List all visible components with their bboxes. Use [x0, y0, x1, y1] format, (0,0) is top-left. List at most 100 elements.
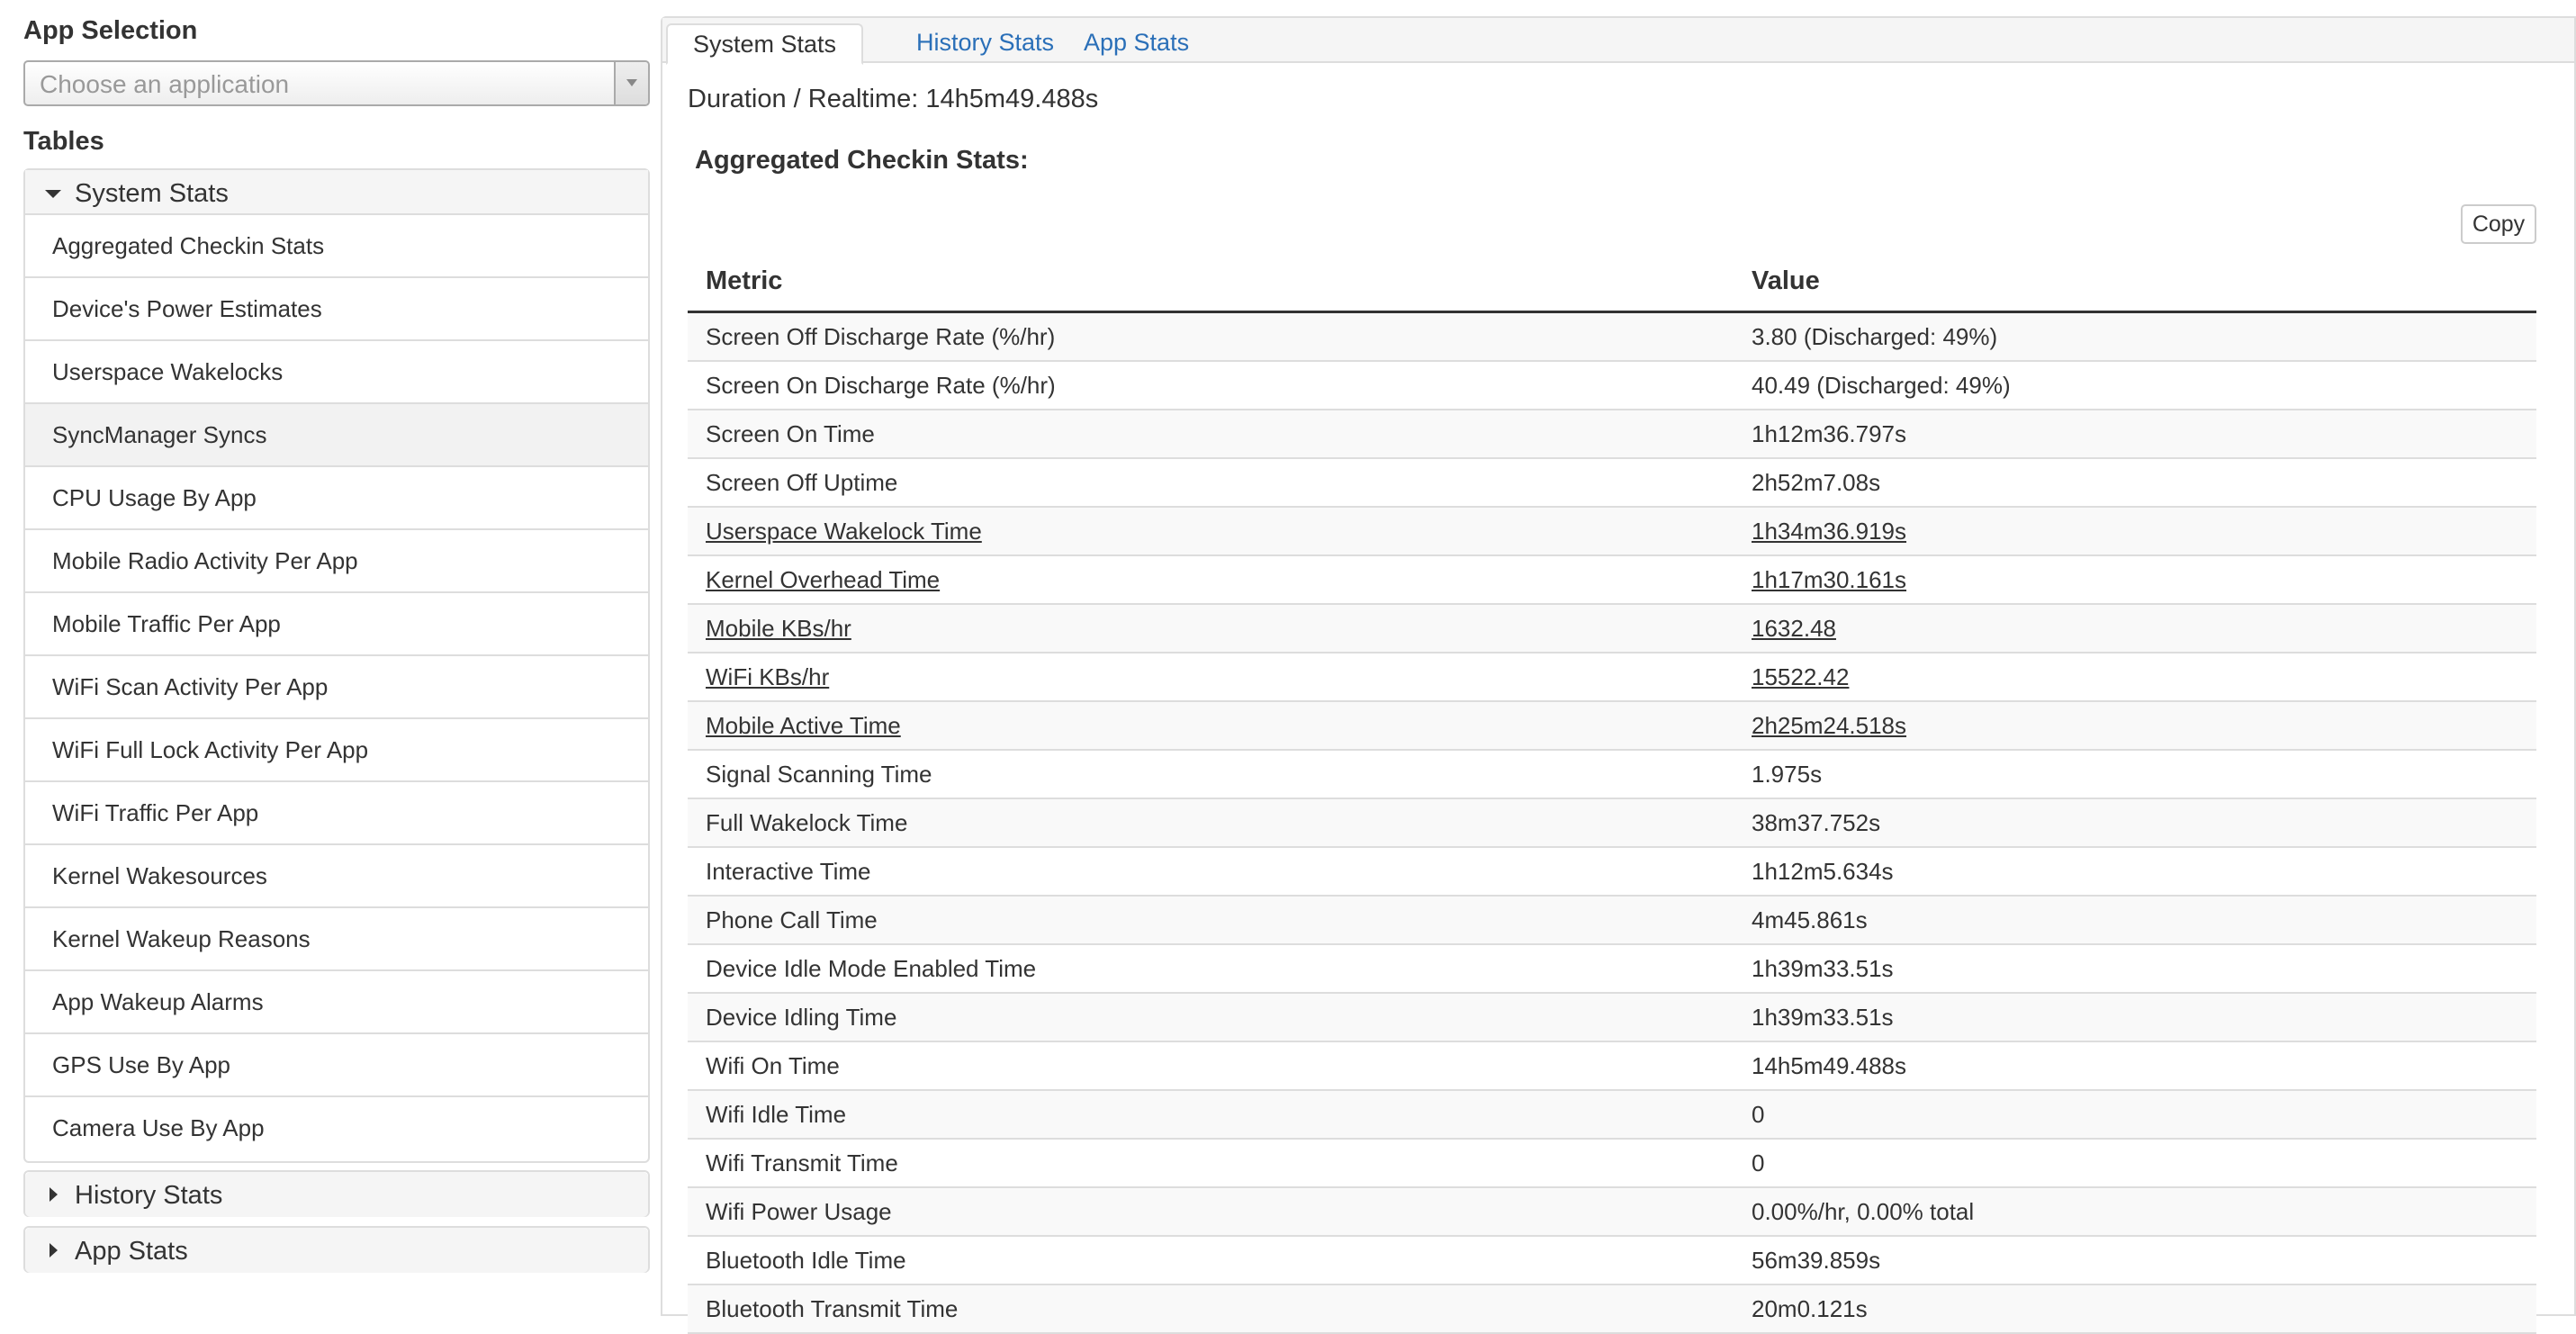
sidebar: App Selection Choose an application Tabl… [23, 0, 650, 1316]
table-row: Screen On Time 1h12m36.797s [688, 410, 2536, 459]
main-content: System Stats History Stats App Stats Dur… [661, 16, 2576, 1334]
sidebar-item[interactable]: Device's Power Estimates [25, 278, 648, 341]
metric-cell: Signal Scanning Time [706, 761, 932, 788]
metric-cell[interactable]: WiFi KBs/hr [706, 663, 829, 691]
value-cell: 1h12m36.797s [1752, 420, 1907, 447]
history-stats-panel: History Stats [23, 1170, 650, 1217]
value-cell: 0.00%/hr, 0.00% total [1752, 1198, 1975, 1225]
table-row: Device Idling Time 1h39m33.51s [688, 994, 2536, 1042]
metric-cell: Wifi On Time [706, 1052, 840, 1079]
tab-app-stats[interactable]: App Stats [1058, 23, 1214, 65]
sidebar-item[interactable]: Mobile Radio Activity Per App [25, 530, 648, 593]
table-row[interactable]: Kernel Overhead Time 1h17m30.161s [688, 556, 2536, 605]
tables-heading: Tables [23, 127, 104, 156]
table-row: Signal Scanning Time 1.975s [688, 751, 2536, 799]
metric-cell: Wifi Idle Time [706, 1101, 847, 1128]
metric-cell: Screen Off Uptime [706, 469, 898, 496]
value-cell: 14h5m49.488s [1752, 1052, 1907, 1079]
table-header: Metric Value [688, 259, 2536, 313]
caret-down-icon [45, 190, 61, 198]
tab-history-stats[interactable]: History Stats [891, 23, 1079, 65]
value-cell: 0 [1752, 1101, 1765, 1128]
table-row: Wifi Transmit Time 0 [688, 1140, 2536, 1188]
table-row: Bluetooth Transmit Time 20m0.121s [688, 1285, 2536, 1334]
table-row: Interactive Time 1h12m5.634s [688, 848, 2536, 897]
panel-title: System Stats [75, 179, 229, 208]
sidebar-item[interactable]: WiFi Traffic Per App [25, 782, 648, 845]
table-row: Screen Off Discharge Rate (%/hr) 3.80 (Di… [688, 313, 2536, 362]
app-select-placeholder: Choose an application [40, 70, 290, 98]
sidebar-item[interactable]: Userspace Wakelocks [25, 341, 648, 404]
value-cell: 20m0.121s [1752, 1295, 1868, 1322]
sidebar-item[interactable]: GPS Use By App [25, 1034, 648, 1097]
table-row[interactable]: Userspace Wakelock Time 1h34m36.919s [688, 508, 2536, 556]
metric-cell[interactable]: Userspace Wakelock Time [706, 518, 982, 545]
sidebar-item[interactable]: SyncManager Syncs [25, 404, 648, 467]
column-header-value: Value [1752, 266, 1820, 295]
copy-button[interactable]: Copy [2461, 204, 2536, 244]
table-row[interactable]: Mobile Active Time 2h25m24.518s [688, 702, 2536, 751]
metric-cell: Full Wakelock Time [706, 809, 908, 836]
dropdown-arrow-button[interactable] [614, 62, 648, 104]
table-row: Screen On Discharge Rate (%/hr) 40.49 (Di… [688, 362, 2536, 410]
value-cell: 4m45.861s [1752, 906, 1868, 933]
metric-cell: Screen On Time [706, 420, 875, 447]
metric-cell: Screen On Discharge Rate (%/hr) [706, 372, 1056, 399]
panel-title: App Stats [75, 1237, 188, 1266]
metric-cell: Device Idle Mode Enabled Time [706, 955, 1037, 982]
table-row: Wifi Power Usage 0.00%/hr, 0.00% total [688, 1188, 2536, 1237]
sidebar-item[interactable]: Kernel Wakeup Reasons [25, 908, 648, 971]
app-stats-panel: App Stats [23, 1226, 650, 1273]
metric-cell: Wifi Transmit Time [706, 1149, 898, 1176]
duration-realtime: Duration / Realtime: 14h5m49.488s [688, 85, 1099, 113]
sidebar-item[interactable]: WiFi Scan Activity Per App [25, 656, 648, 719]
sidebar-item[interactable]: CPU Usage By App [25, 467, 648, 530]
value-cell[interactable]: 15522.42 [1752, 663, 1849, 691]
metric-cell: Interactive Time [706, 858, 871, 885]
sidebar-item[interactable]: Camera Use By App [25, 1097, 648, 1160]
value-cell: 2h52m7.08s [1752, 469, 1881, 496]
tab-system-stats[interactable]: System Stats [666, 23, 864, 65]
value-cell: 3.80 (Discharged: 49%) [1752, 323, 1998, 350]
sidebar-item[interactable]: WiFi Full Lock Activity Per App [25, 719, 648, 782]
value-cell[interactable]: 1h34m36.919s [1752, 518, 1906, 545]
sidebar-item[interactable]: Kernel Wakesources [25, 845, 648, 908]
system-stats-list: Aggregated Checkin Stats Device's Power E… [25, 215, 648, 1160]
table-row: Device Idle Mode Enabled Time 1h39m33.51s [688, 945, 2536, 994]
value-cell: 1.975s [1752, 761, 1823, 788]
metric-cell[interactable]: Mobile KBs/hr [706, 615, 851, 643]
table-row: Phone Call Time 4m45.861s [688, 897, 2536, 945]
table-row[interactable]: WiFi KBs/hr 15522.42 [688, 653, 2536, 702]
table-row: Screen Off Uptime 2h52m7.08s [688, 459, 2536, 508]
tab-bar: System Stats History Stats App Stats [662, 18, 2574, 65]
column-header-metric: Metric [706, 266, 783, 295]
sidebar-item[interactable]: Mobile Traffic Per App [25, 593, 648, 656]
value-cell: 1h39m33.51s [1752, 1004, 1894, 1031]
metric-cell[interactable]: Kernel Overhead Time [706, 566, 940, 594]
sidebar-item[interactable]: Aggregated Checkin Stats [25, 215, 648, 278]
metric-cell[interactable]: Mobile Active Time [706, 712, 901, 740]
system-stats-panel: System Stats Aggregated Checkin Stats Dev… [23, 168, 650, 1163]
value-cell[interactable]: 1h17m30.161s [1752, 566, 1906, 594]
value-cell[interactable]: 1632.48 [1752, 615, 1836, 643]
metric-cell: Wifi Power Usage [706, 1198, 892, 1225]
app-select-dropdown[interactable]: Choose an application [23, 60, 650, 106]
value-cell: 1h12m5.634s [1752, 858, 1894, 885]
system-stats-panel-header[interactable]: System Stats [25, 170, 648, 215]
caret-right-icon [50, 1187, 58, 1202]
table-row: Wifi Idle Time 0 [688, 1091, 2536, 1140]
metric-cell: Device Idling Time [706, 1004, 897, 1031]
history-stats-panel-header[interactable]: History Stats [25, 1172, 648, 1217]
value-cell[interactable]: 2h25m24.518s [1752, 712, 1906, 740]
metric-cell: Bluetooth Transmit Time [706, 1295, 959, 1322]
sidebar-item[interactable]: App Wakeup Alarms [25, 971, 648, 1034]
metric-cell: Phone Call Time [706, 906, 878, 933]
table-body: Screen Off Discharge Rate (%/hr) 3.80 (Di… [688, 313, 2536, 1334]
app-stats-panel-header[interactable]: App Stats [25, 1228, 648, 1273]
value-cell: 40.49 (Discharged: 49%) [1752, 372, 2011, 399]
metric-cell: Bluetooth Idle Time [706, 1247, 906, 1274]
value-cell: 1h39m33.51s [1752, 955, 1894, 982]
value-cell: 38m37.752s [1752, 809, 1881, 836]
table-row[interactable]: Mobile KBs/hr 1632.48 [688, 605, 2536, 653]
metric-cell: Screen Off Discharge Rate (%/hr) [706, 323, 1056, 350]
